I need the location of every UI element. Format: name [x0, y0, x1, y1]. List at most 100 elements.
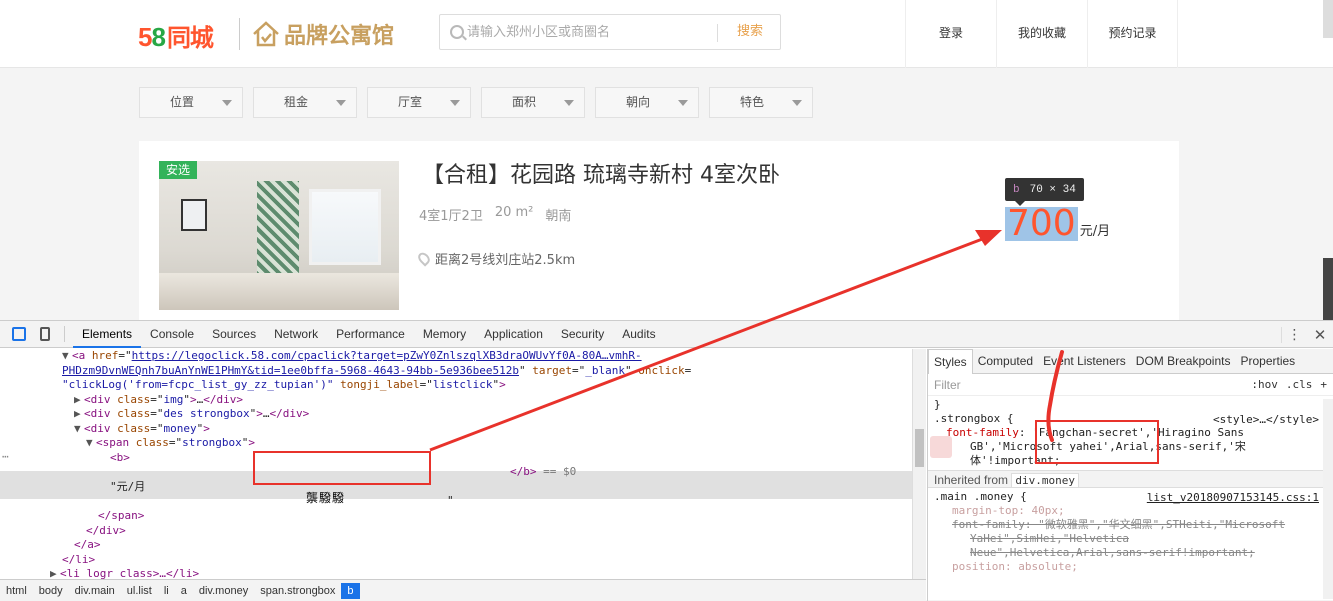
tree-node-b[interactable]: <b>: [110, 451, 130, 466]
hov-toggle[interactable]: :hov: [1251, 378, 1278, 391]
tree-close-span: </span>: [98, 509, 144, 524]
filter-area[interactable]: 面积: [481, 87, 585, 118]
tab-security[interactable]: Security: [552, 321, 613, 348]
tree-text: class: [117, 392, 151, 406]
div-img-class: img: [163, 392, 184, 406]
tree-text: </div>: [86, 523, 126, 537]
tree-text: >: [190, 392, 197, 406]
login-link[interactable]: 登录: [905, 0, 996, 68]
tree-node-div-des[interactable]: ▶ <div class="des strongbox">…</div>: [74, 407, 309, 422]
crumb-body[interactable]: body: [33, 585, 69, 597]
ellipsis-gutter[interactable]: ⋯: [2, 450, 9, 465]
crumb-a[interactable]: a: [175, 585, 193, 597]
tab-elements[interactable]: Elements: [73, 321, 142, 348]
search-input[interactable]: [467, 20, 717, 44]
page-scrollbar[interactable]: [1323, 0, 1333, 38]
inherited-from-link[interactable]: div.money: [1011, 473, 1079, 488]
expand-triangle-icon[interactable]: ▼: [86, 436, 96, 451]
expand-triangle-icon[interactable]: ▼: [62, 349, 72, 364]
rule2-font-c: Neue",Helvetica,Arial,sans-serif!importa…: [970, 546, 1255, 559]
bookings-link[interactable]: 预约记录: [1087, 0, 1178, 68]
verified-badge: 安选: [159, 161, 197, 179]
cls-toggle[interactable]: .cls: [1286, 378, 1313, 391]
filter-rent[interactable]: 租金: [253, 87, 357, 118]
expand-triangle-icon[interactable]: ▼: [74, 422, 84, 437]
styles-scrollbar[interactable]: [1323, 399, 1333, 599]
crumb-b[interactable]: b: [341, 582, 360, 599]
dollar-zero: == $0: [543, 465, 577, 478]
tab-sources[interactable]: Sources: [203, 321, 265, 348]
rule2-position: position: absolute;: [952, 560, 1078, 573]
rule1-source[interactable]: <style>…</style>: [1213, 413, 1319, 427]
filter-rooms[interactable]: 厅室: [367, 87, 471, 118]
styles-tabbar: Styles Computed Event Listeners DOM Brea…: [928, 349, 1333, 374]
crumb-div-main[interactable]: div.main: [69, 585, 121, 597]
crumb-span-strongbox[interactable]: span.strongbox: [254, 585, 341, 597]
tree-text: class: [117, 421, 151, 435]
device-toolbar-icon[interactable]: [40, 327, 50, 341]
scroll-thumb[interactable]: [915, 429, 924, 467]
tree-text: <: [60, 567, 67, 579]
collapsed-triangle-icon[interactable]: ▶: [50, 567, 60, 579]
tree-node-li-next[interactable]: ▶ <li logr class>…</li>: [50, 567, 199, 579]
brand-logo[interactable]: 品牌公寓馆: [252, 18, 394, 50]
tree-text-node[interactable]: "元/月: [110, 480, 145, 495]
rule2-margin: margin-top: 40px;: [952, 504, 1065, 517]
tab-memory[interactable]: Memory: [414, 321, 475, 348]
listing-card[interactable]: 安选 【合租】花园路 琉璃寺新村 4室次卧 4室1厅2卫 20 m² 朝南 距离…: [139, 141, 1179, 321]
search-highlight-icon: [930, 436, 952, 458]
filter-features[interactable]: 特色: [709, 87, 813, 118]
href-link-cont[interactable]: PHDzm9DvnWEQnh7buAnYnWE1PHmY&tid=1ee0bff…: [62, 364, 519, 377]
kebab-menu-icon[interactable]: ⋮: [1281, 326, 1307, 343]
inspect-element-icon[interactable]: [12, 327, 26, 341]
side-widget[interactable]: [1323, 258, 1333, 320]
rule-main-money[interactable]: .main .money { list_v20180907153145.css:…: [928, 488, 1333, 576]
collapsed-triangle-icon[interactable]: ▶: [74, 393, 84, 408]
tab-console[interactable]: Console: [141, 321, 203, 348]
tab-computed[interactable]: Computed: [973, 349, 1038, 374]
tree-text: <span: [96, 436, 136, 449]
tree-text: class: [117, 407, 151, 420]
collapsed-triangle-icon[interactable]: ▶: [74, 407, 84, 422]
tree-node-span[interactable]: ▼ <span class="strongbox">: [86, 436, 255, 451]
caret-down-icon: [792, 100, 802, 106]
close-icon[interactable]: ✕: [1307, 326, 1333, 344]
tree-text: <a: [72, 349, 92, 362]
rule2-source[interactable]: list_v20180907153145.css:1: [1147, 491, 1319, 505]
tree-text: >: [248, 436, 255, 449]
filter-location[interactable]: 位置: [139, 87, 243, 118]
tree-text: class: [135, 436, 169, 449]
photo-window: [309, 189, 381, 265]
tree-text: >…</li>: [152, 567, 200, 579]
tree-node-div-money[interactable]: ▼ <div class="money">: [74, 422, 210, 437]
tab-properties[interactable]: Properties: [1235, 349, 1300, 374]
crumb-li[interactable]: li: [158, 585, 175, 597]
tree-text: </a>: [74, 538, 101, 551]
elements-tree[interactable]: ▼ <a href="https://legoclick.58.com/cpacl…: [0, 349, 912, 579]
crumb-html[interactable]: html: [0, 585, 33, 597]
tab-event-listeners[interactable]: Event Listeners: [1038, 349, 1131, 374]
add-rule-button[interactable]: +: [1320, 378, 1327, 391]
site-logo[interactable]: 58同城: [138, 18, 214, 53]
crumb-ul-list[interactable]: ul.list: [121, 585, 158, 597]
tab-application[interactable]: Application: [475, 321, 552, 348]
search-button[interactable]: 搜索: [720, 15, 780, 49]
filter-orientation[interactable]: 朝向: [595, 87, 699, 118]
tab-network[interactable]: Network: [265, 321, 327, 348]
listing-photo[interactable]: [159, 161, 399, 310]
tab-performance[interactable]: Performance: [327, 321, 414, 348]
tree-node-div-img[interactable]: ▶ <div class="img">…</div>: [74, 393, 243, 408]
crumb-div-money[interactable]: div.money: [193, 585, 254, 597]
tab-styles[interactable]: Styles: [928, 349, 973, 374]
listing-title[interactable]: 【合租】花园路 琉璃寺新村 4室次卧: [422, 157, 780, 189]
rule1-prop: font-family: [946, 426, 1019, 439]
tab-dom-breakpoints[interactable]: DOM Breakpoints: [1131, 349, 1236, 374]
filter-bar: 位置 租金 厅室 面积 朝向 特色: [139, 87, 813, 118]
tree-node-a-cont2: "clickLog('from=fcpc_list_gy_zz_tupian')…: [62, 378, 506, 391]
elements-scrollbar[interactable]: [912, 349, 926, 579]
href-link[interactable]: https://legoclick.58.com/cpaclick?target…: [132, 349, 642, 362]
tree-node-a[interactable]: ▼ <a href="https://legoclick.58.com/cpacl…: [62, 349, 642, 364]
favorites-link[interactable]: 我的收藏: [996, 0, 1087, 68]
styles-filter-input[interactable]: Filter: [934, 378, 961, 392]
tab-audits[interactable]: Audits: [613, 321, 664, 348]
